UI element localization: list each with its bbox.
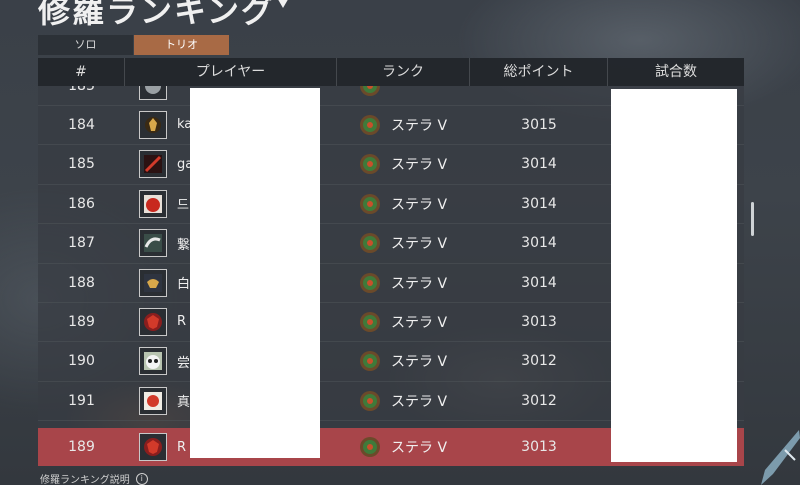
white-wave-icon — [139, 229, 167, 258]
tier-label: ステラ V — [391, 354, 448, 371]
player-name: 白 — [177, 277, 191, 292]
tier-cell: ステラ V — [337, 184, 470, 223]
points-value: 3014 — [521, 156, 557, 173]
rank-number: 190 — [68, 353, 95, 370]
tier-label: ステラ V — [391, 157, 448, 174]
red-crest-icon — [139, 307, 167, 336]
points-value — [470, 86, 608, 105]
tier-cell: ステラ V — [337, 105, 470, 144]
stella-rank-icon — [360, 154, 380, 175]
points-value: 3012 — [521, 392, 557, 409]
points-value: 3014 — [521, 235, 557, 252]
redaction-mask-player-names — [190, 88, 320, 458]
column-header-points: 総ポイント — [470, 58, 608, 86]
tier-label: ステラ V — [391, 236, 448, 253]
red-oni-icon — [139, 189, 167, 218]
own-tier-label: ステラ V — [391, 440, 448, 456]
table-header: # プレイヤー ランク 総ポイント 試合数 — [38, 58, 744, 86]
redaction-mask-match-counts — [611, 89, 737, 462]
stella-rank-icon — [360, 311, 380, 332]
stella-rank-icon — [360, 86, 380, 96]
tier-cell: ステラ V — [337, 263, 470, 302]
own-points: 3013 — [521, 439, 557, 455]
info-icon[interactable]: i — [135, 472, 148, 485]
ranking-info-link[interactable]: 修羅ランキング説明 i — [40, 471, 148, 485]
red-sword-icon — [139, 150, 167, 179]
points-value: 3015 — [521, 116, 557, 133]
stella-rank-icon — [360, 272, 380, 293]
rank-number: 184 — [68, 116, 95, 133]
rank-number: 188 — [68, 274, 95, 291]
crest-icon — [139, 86, 167, 100]
tier-label: ステラ V — [391, 393, 448, 410]
tab-trio[interactable]: トリオ — [134, 35, 229, 55]
column-header-player: プレイヤー — [125, 58, 337, 86]
rank-number: 189 — [68, 313, 95, 330]
gold-crest-icon — [139, 110, 167, 139]
points-value: 3014 — [521, 274, 557, 291]
tier-label: ステラ V — [391, 196, 448, 213]
stella-rank-icon — [360, 233, 380, 254]
player-name: R — [177, 314, 187, 330]
tier-cell: ステラ V — [337, 381, 470, 420]
rank-number: 186 — [68, 195, 95, 212]
tier-label: ステラ V — [391, 314, 448, 331]
tier-label: ステラ V — [391, 117, 448, 134]
player-name: 真 — [177, 395, 191, 411]
own-rank-number: 189 — [68, 439, 95, 455]
tier-label: ステラ V — [391, 275, 448, 292]
page-title: 修羅ランキング — [38, 0, 276, 30]
stella-rank-icon — [360, 114, 380, 135]
footer-label: 修羅ランキング説明 — [40, 475, 130, 485]
rank-number: 191 — [68, 392, 95, 409]
stella-rank-icon — [360, 390, 380, 411]
points-value: 3014 — [521, 195, 557, 212]
weapon-decoration-icon — [761, 430, 800, 485]
stella-rank-icon — [360, 193, 380, 214]
tier-cell: ステラ V — [337, 224, 470, 263]
stella-rank-icon — [360, 351, 380, 372]
player-name: 尝 — [177, 355, 191, 371]
rank-number: 187 — [68, 235, 95, 252]
red-crest-icon — [139, 433, 167, 461]
mode-tabs: ソロ トリオ — [38, 35, 229, 55]
title-dropdown-icon[interactable] — [276, 0, 290, 8]
points-value: 3013 — [521, 313, 557, 330]
rank-number: 183 — [38, 86, 125, 105]
tier-cell: ステラ V — [337, 302, 470, 341]
column-header-rank: # — [38, 58, 125, 86]
player-name: 繋 — [177, 237, 191, 253]
scrollbar-thumb[interactable] — [751, 202, 754, 236]
red-sun-icon — [139, 386, 167, 415]
rank-number: 185 — [68, 156, 95, 173]
tier-cell: ステラ V — [337, 145, 470, 184]
points-value: 3012 — [521, 353, 557, 370]
gold-tiger-icon — [139, 268, 167, 297]
tier-cell: ステラ V — [337, 342, 470, 381]
column-header-tier: ランク — [337, 58, 470, 86]
tier-cell — [337, 86, 470, 105]
tab-solo[interactable]: ソロ — [38, 35, 133, 55]
own-player-name: R — [177, 439, 187, 455]
column-header-matches: 試合数 — [655, 64, 697, 80]
player-name: 드 — [177, 198, 189, 214]
panda-icon — [139, 347, 167, 376]
stella-rank-icon — [360, 437, 380, 457]
